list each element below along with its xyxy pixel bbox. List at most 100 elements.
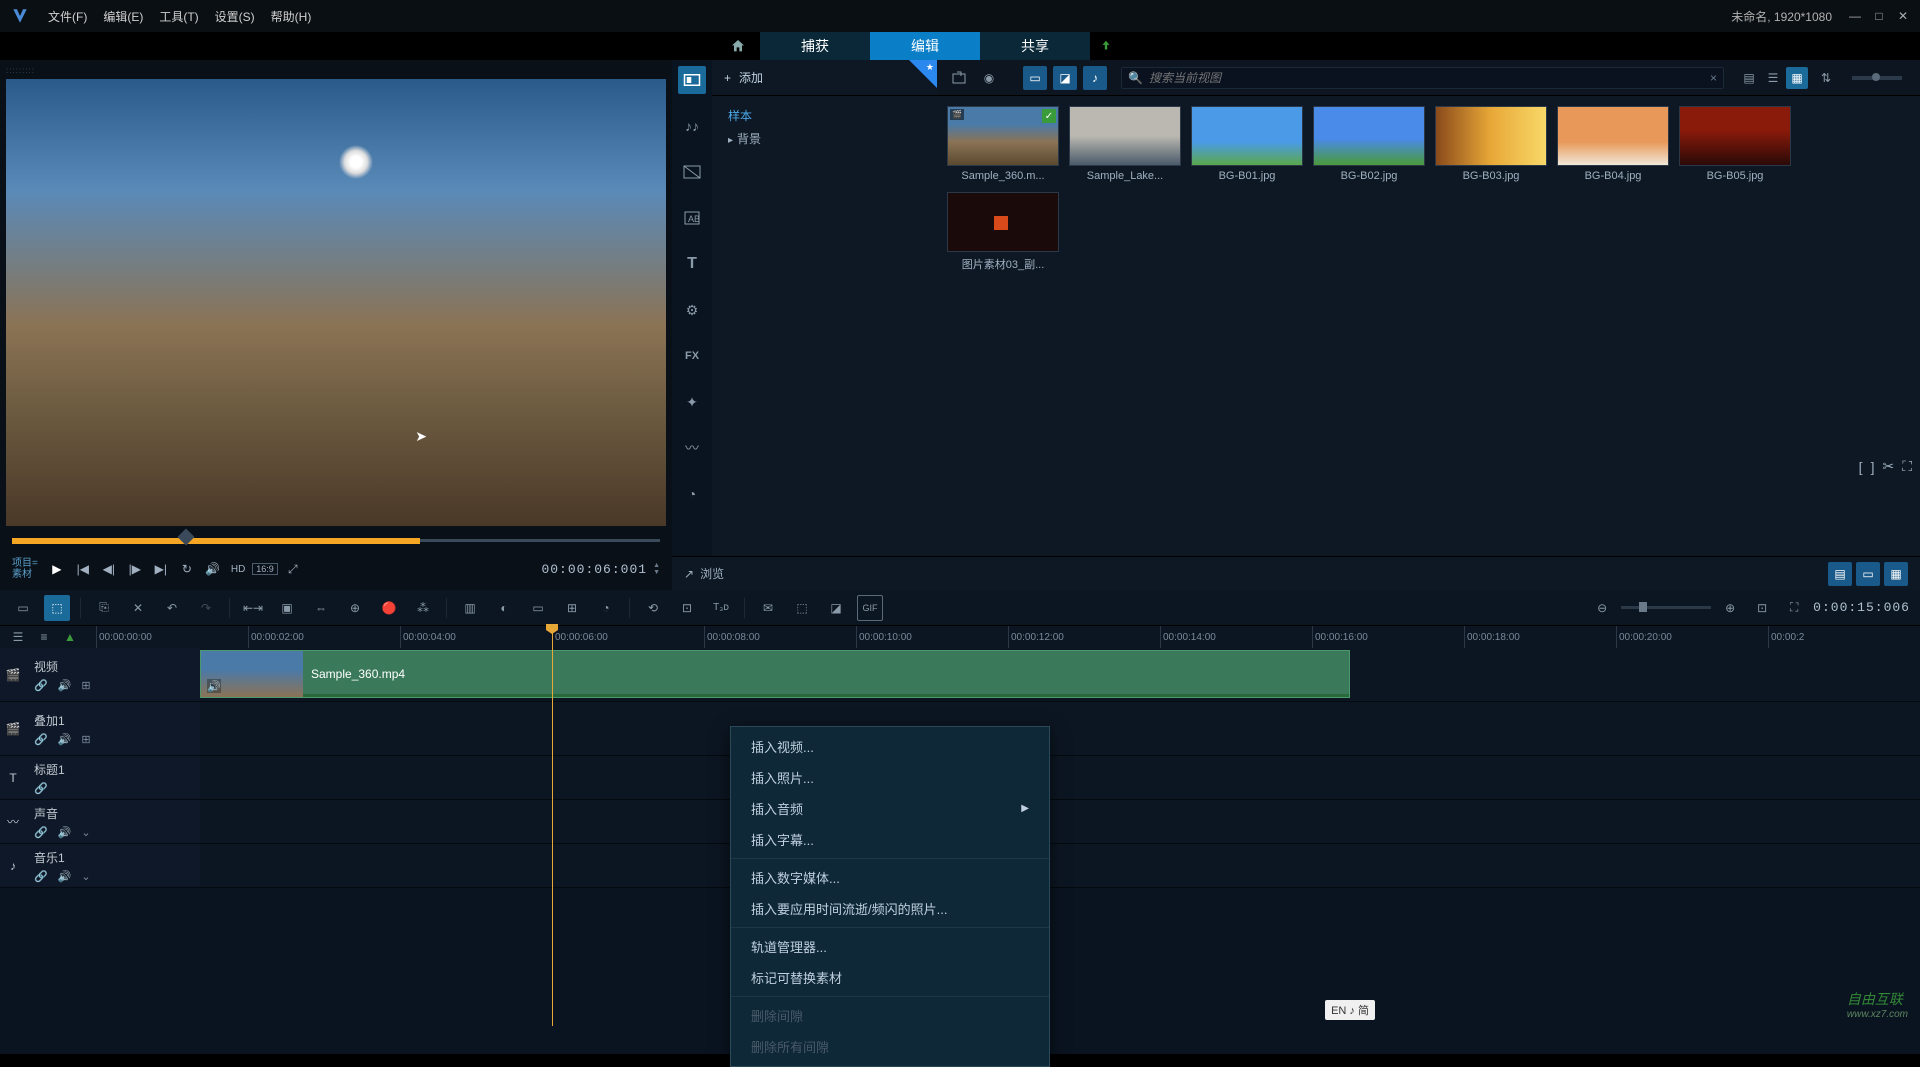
- tool-16[interactable]: ◪: [823, 595, 849, 621]
- ruler-menu-2[interactable]: ≡: [34, 627, 54, 647]
- zoom-out-button[interactable]: ⊖: [1589, 595, 1615, 621]
- tool-1[interactable]: ⇤⇥: [240, 595, 266, 621]
- tool-copy[interactable]: ⎘: [91, 595, 117, 621]
- home-icon[interactable]: [724, 32, 752, 60]
- ruler-menu-1[interactable]: ☰: [8, 627, 28, 647]
- search-box[interactable]: 🔍 ×: [1121, 67, 1724, 89]
- play-button[interactable]: ▶: [46, 558, 68, 580]
- tab-share[interactable]: 共享: [980, 32, 1090, 60]
- loop-button[interactable]: ↻: [176, 558, 198, 580]
- menu-file[interactable]: 文件(F): [48, 8, 87, 25]
- speed-category-icon[interactable]: ◔: [678, 480, 706, 508]
- volume-icon[interactable]: 🔊: [58, 870, 72, 883]
- split-button[interactable]: ✂: [1882, 458, 1894, 475]
- media-item[interactable]: BG-B05.jpg: [1679, 106, 1791, 182]
- fx-category-icon[interactable]: FX: [678, 342, 706, 370]
- preview-viewport[interactable]: ➤: [6, 79, 666, 526]
- tool-record[interactable]: 🔴: [376, 595, 402, 621]
- menu-tools[interactable]: 工具(T): [159, 8, 198, 25]
- tool-9[interactable]: ▭: [525, 595, 551, 621]
- tool-10[interactable]: ⊞: [559, 595, 585, 621]
- minimize-button[interactable]: —: [1846, 7, 1864, 25]
- link-icon[interactable]: 🔗: [34, 870, 48, 883]
- thumb-size-slider[interactable]: [1852, 76, 1902, 80]
- link-icon[interactable]: 🔗: [34, 679, 48, 692]
- zoom-slider[interactable]: [1621, 606, 1711, 609]
- resize-button[interactable]: ⤢: [282, 558, 304, 580]
- search-clear-icon[interactable]: ×: [1710, 71, 1717, 85]
- ime-indicator[interactable]: EN ♪ 简: [1325, 1000, 1375, 1020]
- volume-icon[interactable]: 🔊: [58, 733, 72, 746]
- view-details-button[interactable]: ☰: [1762, 67, 1784, 89]
- text-category-icon[interactable]: T: [678, 250, 706, 278]
- preview-timecode[interactable]: 00:00:06:001: [541, 562, 647, 577]
- volume-icon[interactable]: 🔊: [58, 679, 72, 692]
- ctx-insert-digital[interactable]: 插入数字媒体...: [731, 862, 1049, 893]
- timeline-timecode[interactable]: 0:00:15:006: [1813, 600, 1910, 615]
- mark-out-button[interactable]: ]: [1871, 459, 1875, 475]
- tab-edit[interactable]: 编辑: [870, 32, 980, 60]
- view-list-button[interactable]: ▤: [1738, 67, 1760, 89]
- go-start-button[interactable]: |◀: [72, 558, 94, 580]
- mark-in-button[interactable]: [: [1859, 459, 1863, 475]
- timecode-spinner[interactable]: ▲▼: [653, 562, 660, 576]
- media-item[interactable]: BG-B03.jpg: [1435, 106, 1547, 182]
- search-input[interactable]: [1149, 71, 1704, 85]
- media-item[interactable]: Sample_Lake...: [1069, 106, 1181, 182]
- upload-icon[interactable]: [1090, 32, 1122, 60]
- volume-button[interactable]: 🔊: [202, 558, 224, 580]
- footer-btn-3[interactable]: ▦: [1884, 562, 1908, 586]
- timeline-ruler[interactable]: 00:00:00:00 00:00:02:00 00:00:04:00 00:0…: [96, 626, 1920, 648]
- menu-help[interactable]: 帮助(H): [271, 8, 312, 25]
- ctx-track-manager[interactable]: 轨道管理器...: [731, 931, 1049, 962]
- footer-btn-1[interactable]: ▤: [1828, 562, 1852, 586]
- panel-grip[interactable]: :::::::::: [4, 64, 668, 77]
- tool-t3d[interactable]: T₃ᴅ: [708, 595, 734, 621]
- menu-settings[interactable]: 设置(S): [215, 8, 255, 25]
- zoom-in-button[interactable]: ⊕: [1717, 595, 1743, 621]
- import-button[interactable]: [947, 66, 971, 90]
- tool-2[interactable]: ▣: [274, 595, 300, 621]
- filter-image-button[interactable]: ◪: [1053, 66, 1077, 90]
- tool-4[interactable]: ⊕: [342, 595, 368, 621]
- ctx-insert-timelapse[interactable]: 插入要应用时间流逝/频闪的照片...: [731, 893, 1049, 924]
- tool-gif[interactable]: GIF: [857, 595, 883, 621]
- close-button[interactable]: ✕: [1894, 7, 1912, 25]
- tool-14[interactable]: ✉: [755, 595, 781, 621]
- hd-label[interactable]: HD: [228, 562, 248, 577]
- volume-icon[interactable]: 🔊: [58, 826, 72, 839]
- tool-11[interactable]: ◔: [593, 595, 619, 621]
- zoom-project-button[interactable]: ⛶: [1781, 595, 1807, 621]
- tool-7[interactable]: ▥: [457, 595, 483, 621]
- step-back-button[interactable]: ◀|: [98, 558, 120, 580]
- tree-item-sample[interactable]: 样本: [724, 104, 925, 127]
- track-content[interactable]: [200, 800, 1920, 843]
- chevron-down-icon[interactable]: ⌄: [81, 870, 90, 883]
- path-category-icon[interactable]: 〰: [678, 434, 706, 462]
- link-icon[interactable]: 🔗: [34, 826, 48, 839]
- media-item[interactable]: BG-B04.jpg: [1557, 106, 1669, 182]
- ctx-mark-replaceable[interactable]: 标记可替换素材: [731, 962, 1049, 993]
- expand-button[interactable]: ⛶: [1902, 458, 1912, 475]
- link-icon[interactable]: 🔗: [34, 782, 48, 795]
- media-item[interactable]: 图片素材03_副...: [947, 192, 1059, 272]
- footer-btn-2[interactable]: ▭: [1856, 562, 1880, 586]
- sort-button[interactable]: ⇅: [1814, 66, 1838, 90]
- wand-category-icon[interactable]: ✦: [678, 388, 706, 416]
- media-item[interactable]: BG-B02.jpg: [1313, 106, 1425, 182]
- chevron-down-icon[interactable]: ⌄: [81, 826, 90, 839]
- add-button[interactable]: + 添加 ★: [712, 60, 937, 96]
- link-icon[interactable]: 🔗: [34, 733, 48, 746]
- media-category-icon[interactable]: [678, 66, 706, 94]
- menu-edit[interactable]: 编辑(E): [103, 8, 143, 25]
- media-item[interactable]: 🎬✓Sample_360.m...: [947, 106, 1059, 182]
- tab-capture[interactable]: 捕获: [760, 32, 870, 60]
- track-content[interactable]: 🔊 Sample_360.mp4: [200, 648, 1920, 701]
- ctx-insert-video[interactable]: 插入视频...: [731, 731, 1049, 762]
- view-grid-button[interactable]: ▦: [1786, 67, 1808, 89]
- ctx-insert-photo[interactable]: 插入照片...: [731, 762, 1049, 793]
- storyboard-view-button[interactable]: ▭: [10, 595, 36, 621]
- ruler-up-icon[interactable]: ▲: [60, 627, 80, 647]
- step-forward-button[interactable]: |▶: [124, 558, 146, 580]
- track-content[interactable]: [200, 844, 1920, 887]
